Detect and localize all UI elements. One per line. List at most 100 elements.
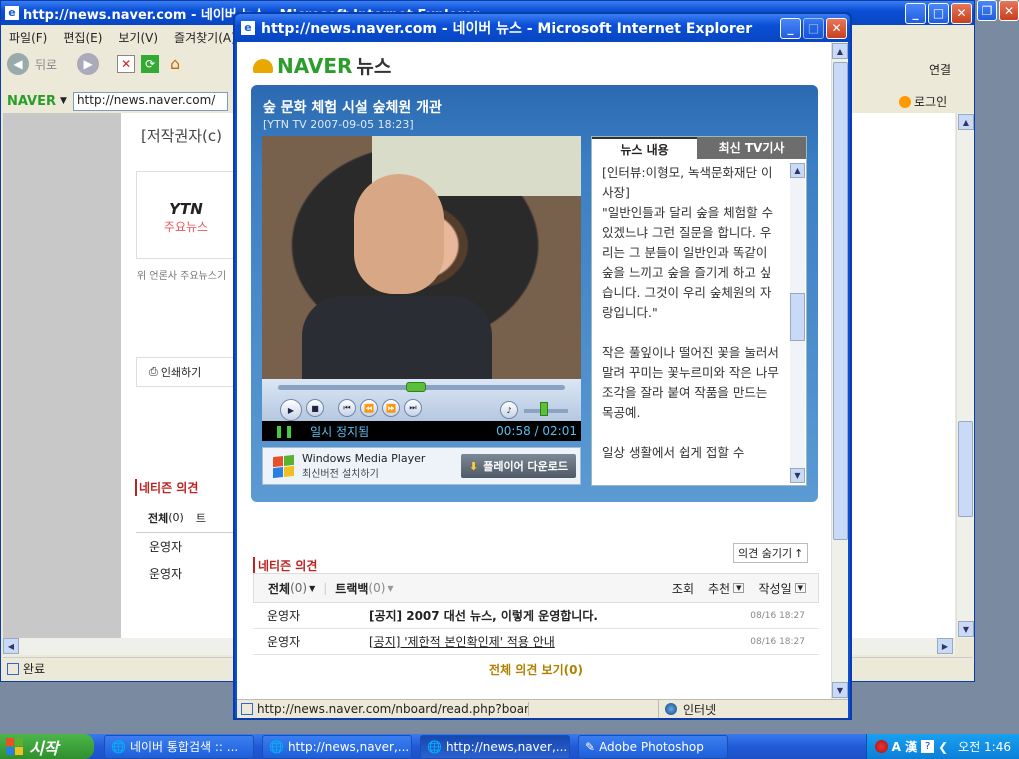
bg-row-author: 운영자 [149,567,183,581]
seek-thumb[interactable] [405,382,426,392]
stop-icon[interactable]: ■ [306,399,324,417]
tab-news-content[interactable]: 뉴스 내용 [592,137,697,159]
netizen-heading-text: 네티즌 의견 [258,559,318,573]
menu-edit[interactable]: 편집(E) [63,29,102,46]
refresh-icon[interactable]: ⟳ [141,55,160,73]
help-icon[interactable]: ? [921,740,935,753]
chevron-down-icon[interactable]: ▼ [309,584,315,593]
bg-vertical-scrollbar[interactable]: ▲ ▼ [956,113,974,638]
scroll-thumb[interactable] [833,62,848,540]
popup-title-bar[interactable]: e http://news.naver.com - 네이버 뉴스 - Micro… [235,14,850,42]
comment-text[interactable]: [공지] '제한적 본인확인제' 적용 안내 [369,633,750,650]
scroll-up-arrow[interactable]: ▲ [832,43,848,59]
table-row[interactable]: 운영자 [공지] 2007 대선 뉴스, 이렇게 운영합니다. 08/16 18… [253,603,819,629]
address-text: http://news.naver.com/ [76,92,216,107]
taskbar-item[interactable]: ✎ Adobe Photoshop [578,734,728,759]
comment-date: 08/16 18:27 [750,610,805,621]
menu-view[interactable]: 보기(V) [118,29,158,46]
forward-arrow-icon[interactable]: ▶ [77,53,100,75]
tab-latest-tv[interactable]: 최신 TV기사 [697,137,806,159]
bg-tab-all[interactable]: 전체 [148,510,168,526]
sort-views[interactable]: 조회 [672,580,694,597]
bg-netizen-heading: 네티즌 의견 [135,479,198,496]
windows-logo-icon [6,738,23,755]
dropdown-icon[interactable]: ▼ [794,583,806,593]
player-download-button[interactable]: ⬇ 플레이어 다운로드 [460,454,576,478]
ytn-logo: YTN [169,200,203,218]
menu-favorites[interactable]: 즐겨찾기(A) [174,29,236,46]
minimize-button[interactable]: _ [905,2,926,24]
back-button-label[interactable]: 뒤로 [35,56,57,73]
comment-text[interactable]: [공지] 2007 대선 뉴스, 이렇게 운영합니다. [369,607,750,624]
chevron-left-icon[interactable]: ❮ [938,740,948,754]
volume-thumb[interactable] [539,402,548,416]
download-label: 플레이어 다운로드 [483,460,568,473]
naver-toolbar-logo[interactable]: NAVER [7,94,56,109]
maximize-button[interactable]: □ [803,17,824,39]
maximize-button[interactable]: □ [928,2,949,24]
scroll-right-arrow[interactable]: ▶ [937,638,953,654]
sort-date[interactable]: 작성일 [758,580,791,597]
taskbar-item[interactable]: 🌐 네이버 통합검색 :: ... [104,734,254,759]
chevron-down-icon[interactable]: ▼ [60,96,67,106]
hide-comments-button[interactable]: 의견 숨기기 ↑ [733,543,809,563]
view-all-link[interactable]: 전체 의견 보기(0) [253,661,819,678]
zone-text: 인터넷 [683,702,717,717]
news-logo-text: 뉴스 [356,56,392,78]
back-arrow-icon[interactable]: ◀ [7,53,29,75]
stop-icon[interactable]: ✕ [117,55,136,73]
login-link[interactable]: 로그인 [899,93,947,110]
previous-icon[interactable]: ⏮ [338,399,356,417]
close-button[interactable]: ✕ [999,0,1019,21]
article-panel: 뉴스 내용 최신 TV기사 [인터뷰:이형모, 녹색문화재단 이사장] "일반인… [591,136,807,486]
scroll-left-arrow[interactable]: ◀ [3,638,19,654]
chevron-down-icon[interactable]: ▼ [387,584,393,593]
login-icon [899,95,911,108]
video-frame[interactable] [262,136,581,379]
tab-trackback[interactable]: 트랙백 [335,580,368,597]
sort-recommend[interactable]: 추천 [708,580,730,597]
popup-vertical-scrollbar[interactable]: ▲ ▼ [831,42,848,699]
login-label: 로그인 [914,95,948,109]
next-icon[interactable]: ⏭ [404,399,422,417]
taskbar-item[interactable]: 🌐 http://news,naver,... [262,734,412,759]
home-icon[interactable]: ⌂ [165,55,185,73]
scroll-down-arrow[interactable]: ▼ [832,682,848,698]
scroll-thumb[interactable] [958,421,973,517]
scroll-thumb[interactable] [790,293,805,341]
taskbar-item-label: Adobe Photoshop [599,739,704,754]
restore-button[interactable]: ❐ [977,0,997,21]
speaker-icon[interactable]: ♪ [500,401,518,419]
dropdown-icon[interactable]: ▼ [733,583,745,593]
language-icon[interactable] [874,740,888,753]
scroll-down-arrow[interactable]: ▼ [958,621,974,637]
start-button[interactable]: 시작 [0,734,94,759]
comment-author: 운영자 [267,609,301,623]
ime-indicator[interactable]: A 漢 [892,738,917,755]
player-controls: ▶ ■ ⏮ ⏪ ⏩ ⏭ ♪ [262,379,581,421]
download-icon: ⬇ [468,459,479,473]
table-row[interactable]: 운영자 [공지] '제한적 본인확인제' 적용 안내 08/16 18:27 [253,629,819,655]
close-button[interactable]: ✕ [951,2,972,24]
article-paragraph: [인터뷰:이형모, 녹색문화재단 이사장] [602,165,773,200]
article-paragraph: "일반인들과 달리 숲을 체험할 수 있겠느냐 그런 질문을 합니다. 우리는 … [602,205,774,320]
press-logo-box[interactable]: YTN 주요뉴스 [136,171,236,259]
minimize-button[interactable]: _ [780,17,801,39]
tab-all[interactable]: 전체 [268,580,290,597]
print-button[interactable]: ⎙ 인쇄하기 [136,357,236,387]
close-button[interactable]: ✕ [826,17,847,39]
scroll-down-arrow[interactable]: ▼ [790,468,805,483]
scroll-up-arrow[interactable]: ▲ [790,163,805,178]
fast-forward-icon[interactable]: ⏩ [382,399,400,417]
article-paragraph: 일상 생활에서 쉽게 접할 수 [602,445,745,460]
rewind-icon[interactable]: ⏪ [360,399,378,417]
taskbar-item[interactable]: 🌐 http://news,naver,... [420,734,570,759]
address-input[interactable]: http://news.naver.com/ [72,91,228,111]
menu-file[interactable]: 파일(F) [9,29,47,46]
article-scrollbar[interactable]: ▲ ▼ [790,163,805,483]
links-label[interactable]: 연결 [929,61,951,78]
taskbar-item-label: 네이버 통합검색 :: ... [129,740,239,754]
scroll-up-arrow[interactable]: ▲ [958,114,974,130]
play-icon[interactable]: ▶ [280,399,302,421]
bg-tab-tb[interactable]: 트 [196,510,206,526]
